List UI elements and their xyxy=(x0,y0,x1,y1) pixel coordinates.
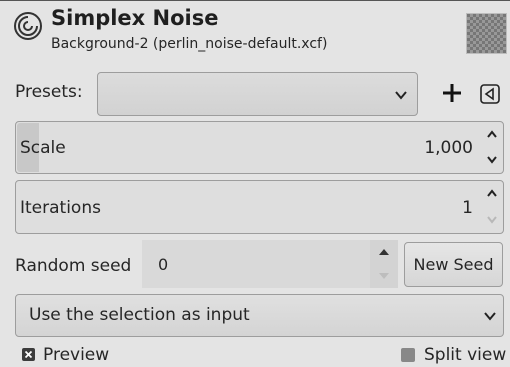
iterations-value: 1 xyxy=(462,198,473,218)
triangle-left-menu-icon xyxy=(484,87,494,101)
dialog-title: Simplex Noise xyxy=(51,6,219,30)
chevron-down-icon xyxy=(484,312,496,321)
arrow-up-icon[interactable] xyxy=(485,187,499,201)
arrow-up-small-icon[interactable] xyxy=(377,247,391,257)
image-subtitle: Background-2 (perlin_noise-default.xcf) xyxy=(51,36,328,52)
preview-checkbox[interactable] xyxy=(22,348,35,361)
presets-combo[interactable] xyxy=(97,72,418,116)
iterations-label: Iterations xyxy=(20,198,101,218)
iterations-stepper[interactable] xyxy=(481,181,503,233)
preview-thumbnail xyxy=(466,13,507,54)
arrow-down-icon[interactable] xyxy=(485,152,499,166)
new-seed-button[interactable]: New Seed xyxy=(404,242,503,287)
random-seed-value: 0 xyxy=(158,255,169,274)
random-seed-label: Random seed xyxy=(15,256,132,276)
chevron-down-icon xyxy=(395,91,407,100)
check-x-icon xyxy=(24,350,33,359)
split-view-label: Split view xyxy=(424,345,507,365)
scale-spinscale[interactable]: Scale 1,000 xyxy=(15,121,504,174)
arrow-up-icon[interactable] xyxy=(485,128,499,142)
presets-label: Presets: xyxy=(15,82,83,102)
scale-stepper[interactable] xyxy=(481,122,503,173)
add-preset-button[interactable] xyxy=(437,78,467,108)
presets-menu-button[interactable] xyxy=(479,83,501,105)
gegl-filter-icon xyxy=(14,12,42,40)
random-seed-field[interactable]: 0 xyxy=(142,240,398,288)
iterations-spinscale[interactable]: Iterations 1 xyxy=(15,180,504,234)
arrow-down-small-icon[interactable] xyxy=(377,271,391,281)
scale-value: 1,000 xyxy=(424,138,473,158)
arrow-down-disabled-icon[interactable] xyxy=(485,212,499,226)
filter-dialog: Simplex Noise Background-2 (perlin_noise… xyxy=(0,0,510,367)
split-view-checkbox[interactable] xyxy=(401,348,415,362)
seed-stepper[interactable] xyxy=(370,240,398,288)
dialog-header: Simplex Noise Background-2 (perlin_noise… xyxy=(0,0,510,62)
plus-icon xyxy=(443,84,461,102)
input-source-combo[interactable]: Use the selection as input xyxy=(15,294,504,337)
input-source-selected: Use the selection as input xyxy=(29,305,250,325)
scale-label: Scale xyxy=(20,138,66,158)
preview-label: Preview xyxy=(43,345,110,365)
